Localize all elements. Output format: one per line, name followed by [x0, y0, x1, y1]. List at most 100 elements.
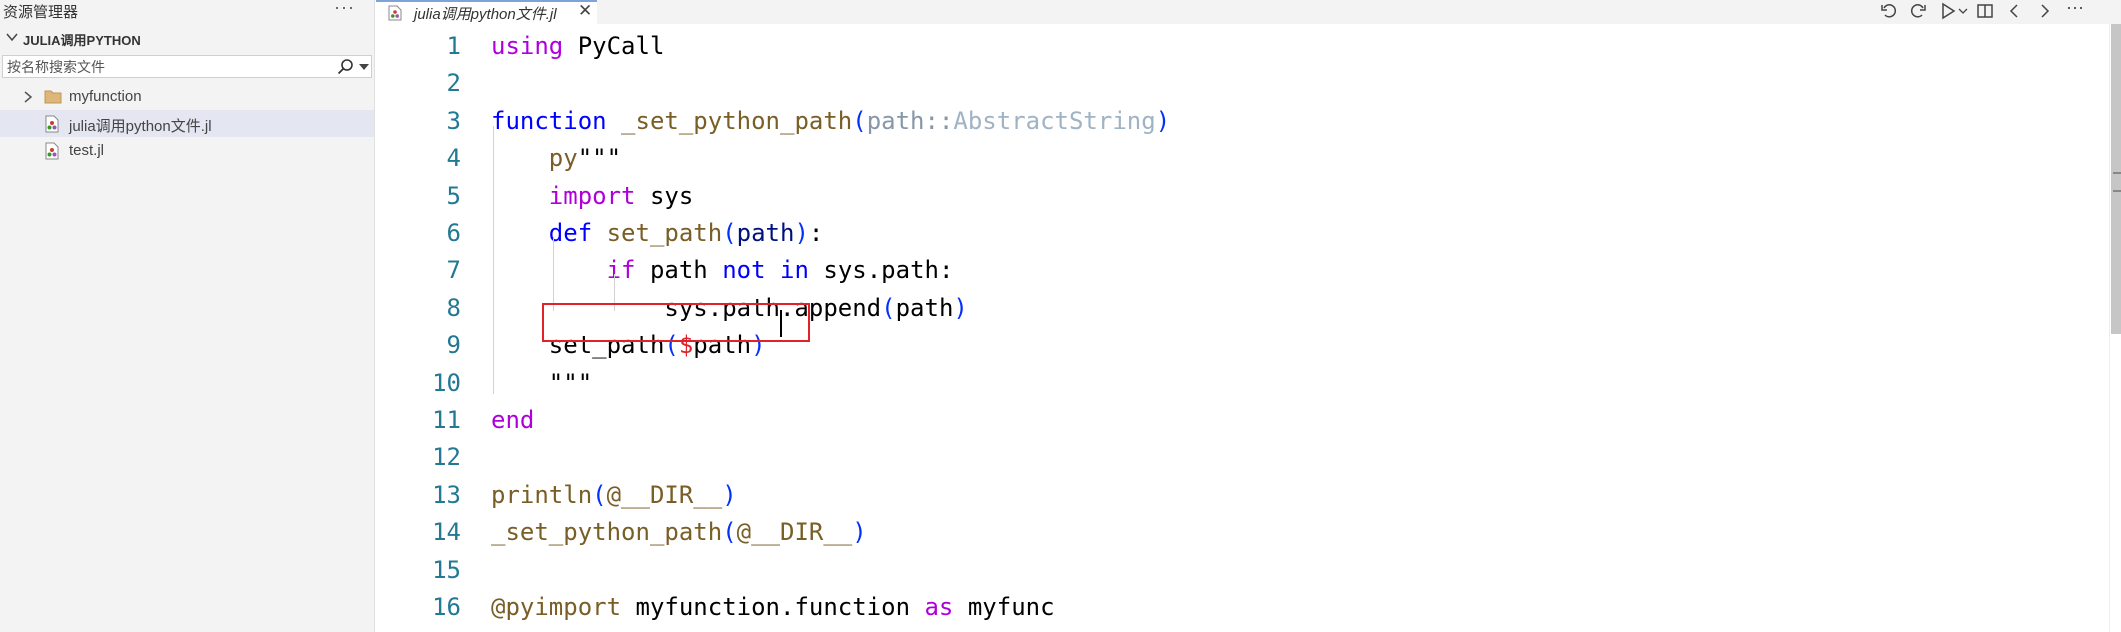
- code-token: using: [491, 32, 564, 60]
- close-icon[interactable]: ✕: [578, 1, 592, 21]
- explorer-header: 资源管理器 ···: [0, 0, 375, 21]
- code-token: """: [491, 368, 593, 397]
- line-number: 2: [446, 69, 461, 98]
- redo-icon[interactable]: [1909, 2, 1927, 20]
- undo-icon[interactable]: [1880, 2, 1898, 20]
- code-token: as: [924, 593, 954, 621]
- editor-tab-bar: julia调用python文件.jl ✕ ···: [376, 0, 2121, 24]
- code-token: end: [491, 406, 535, 434]
- line-number: 5: [446, 181, 461, 210]
- code-token: """: [577, 144, 622, 173]
- tree-item-test-jl[interactable]: test.jl: [0, 137, 374, 164]
- tree-item-label: julia调用python文件.jl: [69, 118, 212, 135]
- line-number: 13: [432, 480, 461, 509]
- file-search-input[interactable]: [7, 57, 327, 76]
- search-options-dropdown-icon[interactable]: [359, 64, 369, 70]
- code-token: AbstractString: [953, 106, 1156, 135]
- workspace-folder-header[interactable]: JULIA调用PYTHON: [0, 27, 375, 49]
- code-token: (: [722, 518, 737, 547]
- indent-guide: [493, 126, 494, 394]
- code-line[interactable]: if path not in sys.path:: [491, 252, 954, 289]
- code-token: path: [736, 219, 795, 247]
- line-number: 10: [432, 368, 461, 397]
- code-token: ): [852, 518, 867, 547]
- code-line[interactable]: using PyCall: [491, 28, 664, 65]
- split-editor-icon[interactable]: [1976, 2, 1994, 20]
- text-cursor: [780, 310, 782, 337]
- line-number: 14: [432, 518, 461, 547]
- highlight-box: [542, 303, 810, 342]
- code-token: sys.path:: [808, 256, 954, 285]
- code-token: ): [953, 293, 968, 322]
- overview-ruler-marker: [2113, 172, 2121, 192]
- line-number: 16: [432, 593, 461, 621]
- chevron-down-icon[interactable]: [5, 30, 19, 44]
- line-number: 1: [446, 32, 461, 60]
- code-token: (: [852, 106, 867, 135]
- tree-item-julia-file[interactable]: julia调用python文件.jl: [0, 110, 374, 137]
- code-token: not: [722, 256, 766, 285]
- line-number: 7: [446, 256, 461, 285]
- run-icon[interactable]: [1939, 2, 1957, 20]
- search-icon[interactable]: [337, 59, 355, 75]
- code-line[interactable]: function _set_python_path(path::Abstract…: [491, 103, 1170, 140]
- julia-file-icon: [388, 5, 402, 21]
- code-token: @__DIR__: [736, 518, 853, 547]
- tab-label: julia调用python文件.jl: [414, 6, 557, 23]
- line-number: 4: [446, 144, 461, 173]
- file-search-box: [2, 55, 372, 78]
- code-token: ): [722, 480, 737, 509]
- indent-guide: [553, 237, 554, 311]
- code-token: ::: [924, 106, 954, 135]
- code-line[interactable]: import sys: [491, 178, 694, 215]
- code-token: (: [722, 219, 737, 247]
- explorer-sidebar: 资源管理器 ··· JULIA调用PYTHON myfunction julia…: [0, 0, 375, 632]
- code-token: (: [881, 293, 896, 322]
- forward-icon[interactable]: [2035, 2, 2053, 20]
- code-token: path: [635, 256, 723, 285]
- code-line[interactable]: _set_python_path(@__DIR__): [491, 514, 867, 551]
- run-dropdown-icon[interactable]: [1957, 2, 1969, 20]
- code-token: import: [548, 181, 636, 210]
- code-token: in: [780, 256, 809, 285]
- code-line[interactable]: @pyimport myfunction.function as myfunc: [491, 589, 1055, 626]
- line-number: 12: [432, 443, 461, 472]
- tree-item-label: test.jl: [69, 142, 105, 159]
- code-token: ): [794, 219, 809, 247]
- folder-icon: [44, 90, 62, 104]
- code-token: ): [1155, 106, 1171, 135]
- code-token: myfunc: [953, 593, 1055, 621]
- more-actions-icon[interactable]: ···: [2066, 0, 2084, 17]
- chevron-right-icon[interactable]: [22, 90, 34, 104]
- code-token: :: [808, 219, 824, 247]
- code-token: (: [592, 480, 607, 509]
- back-icon[interactable]: [2006, 2, 2024, 20]
- code-line[interactable]: """: [491, 365, 592, 402]
- code-token: py: [548, 144, 578, 173]
- code-token: if: [606, 256, 636, 285]
- code-token: path: [866, 106, 925, 135]
- code-token: sys: [635, 181, 694, 210]
- code-token: _set_python_path: [621, 106, 853, 135]
- tab-julia-file[interactable]: julia调用python文件.jl ✕: [376, 0, 597, 24]
- code-line[interactable]: py""": [491, 140, 621, 177]
- code-token: def: [548, 219, 593, 247]
- line-number: 3: [446, 106, 461, 135]
- code-line[interactable]: def set_path(path):: [491, 215, 824, 252]
- code-token: _set_python_path: [491, 518, 723, 547]
- tree-item-myfunction[interactable]: myfunction: [0, 83, 374, 110]
- explorer-more-actions-button[interactable]: ···: [334, 0, 355, 18]
- line-number: 9: [446, 331, 461, 360]
- code-token: PyCall: [563, 32, 665, 60]
- explorer-title: 资源管理器: [3, 4, 79, 21]
- code-token: @pyimport: [491, 593, 622, 621]
- code-line[interactable]: end: [491, 402, 534, 439]
- code-line[interactable]: println(@__DIR__): [491, 477, 737, 514]
